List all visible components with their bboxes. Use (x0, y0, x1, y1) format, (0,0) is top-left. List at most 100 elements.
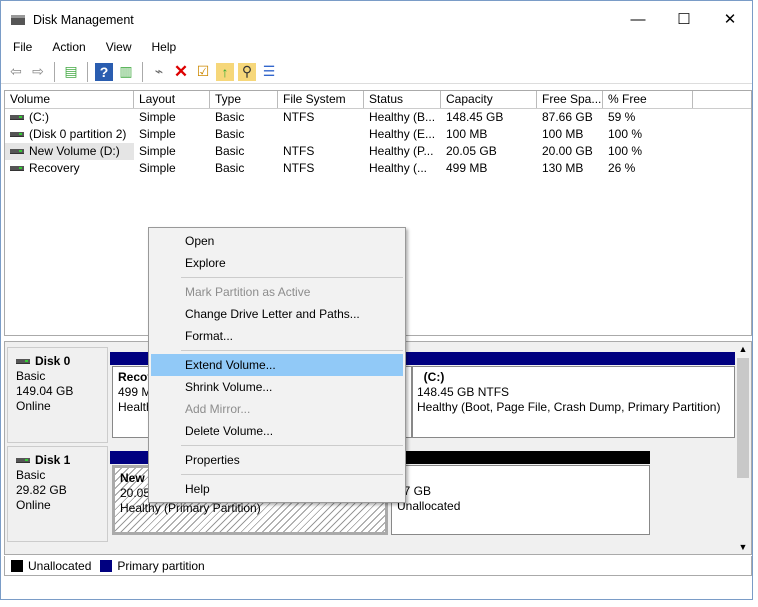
volume-cell: Basic (210, 126, 278, 143)
volume-row[interactable]: (C:) Simple Basic NTFS Healthy (B... 148.45 G… (5, 109, 751, 126)
volume-icon (10, 115, 24, 121)
cell-text: (Disk 0 partition 2) (29, 127, 127, 141)
cell-text: Recovery (29, 161, 80, 175)
volume-cell: 100 % (603, 126, 693, 143)
column-percent-free[interactable]: % Free (603, 91, 693, 108)
menu-item-extend-volume[interactable]: Extend Volume... (151, 354, 403, 376)
check-icon[interactable]: ☑ (194, 63, 212, 81)
volume-cell: Healthy (E... (364, 126, 441, 143)
menu-action[interactable]: Action (40, 39, 93, 57)
column-free-space[interactable]: Free Spa... (537, 91, 603, 108)
menu-item-format[interactable]: Format... (151, 325, 403, 347)
cell-text: Simple (139, 144, 176, 158)
delete-icon[interactable]: ✕ (172, 62, 190, 81)
legend-unallocated: Unallocated (28, 558, 92, 573)
menu-item-explore[interactable]: Explore (151, 252, 403, 274)
partition-unallocated[interactable]: 77 GB Unallocated (391, 465, 650, 535)
primary-partition-swatch (100, 559, 113, 572)
toolbar-separator (142, 61, 143, 82)
volume-cell: Simple (134, 160, 210, 177)
menu-item-change-drive-letter-and-paths[interactable]: Change Drive Letter and Paths... (151, 303, 403, 325)
forward-icon[interactable]: ⇨ (29, 63, 47, 81)
window-title: Disk Management (33, 13, 134, 27)
folder-up-icon[interactable]: ↑ (216, 62, 234, 81)
menu-file[interactable]: File (1, 39, 40, 57)
scrollbar-thumb[interactable] (737, 358, 749, 478)
menu-item-add-mirror: Add Mirror... (185, 402, 251, 416)
cell-text: Basic (215, 110, 245, 124)
menu-item-help[interactable]: Help (151, 478, 403, 500)
scroll-up-icon[interactable]: ▲ (735, 342, 751, 356)
volume-cell: 130 MB (537, 160, 603, 177)
cell-text: Healthy (... (369, 161, 428, 175)
column-type[interactable]: Type (210, 91, 278, 108)
legend-primary-partition: Primary partition (117, 558, 205, 573)
menu-help[interactable]: Help (140, 39, 185, 57)
menu-separator (181, 474, 403, 475)
vertical-scrollbar[interactable]: ▲ ▼ (735, 342, 751, 554)
volume-cell (278, 126, 364, 143)
column-file-system[interactable]: File System (278, 91, 364, 108)
volume-cell: NTFS (278, 109, 364, 126)
back-icon[interactable]: ⇦ (7, 63, 25, 81)
scroll-down-icon[interactable]: ▼ (735, 540, 751, 554)
disk-type: Basic (16, 369, 46, 383)
toolbar: ⇦ ⇨ ▤ ? ▥ ⌁ ✕ ☑ ↑ ⚲ ☰ (1, 60, 752, 84)
volume-cell: Healthy (... (364, 160, 441, 177)
volume-icon (10, 132, 24, 138)
column-capacity[interactable]: Capacity (441, 91, 537, 108)
column-volume[interactable]: Volume (5, 91, 134, 108)
cell-text: 20.00 GB (542, 144, 593, 158)
volume-row[interactable]: Recovery Simple Basic NTFS Healthy (... 499 M… (5, 160, 751, 177)
partition-size: 499 M (118, 385, 152, 399)
minimize-button[interactable]: — (615, 1, 661, 37)
cell-text: NTFS (283, 110, 315, 124)
unallocated-swatch (11, 559, 23, 572)
cell-text: 20.05 GB (446, 144, 497, 158)
volume-row[interactable]: (Disk 0 partition 2) Simple Basic Healthy (… (5, 126, 751, 143)
connect-disk-icon[interactable]: ⌁ (150, 63, 168, 81)
column-status[interactable]: Status (364, 91, 441, 108)
cell-text: 148.45 GB (446, 110, 504, 124)
cell-text: 100 % (608, 127, 643, 141)
cell-text: Healthy (B... (369, 110, 436, 124)
help-icon[interactable]: ? (95, 62, 113, 81)
unallocated-bar (390, 451, 650, 464)
maximize-button[interactable]: ☐ (661, 1, 707, 37)
console-tree-icon[interactable]: ▤ (62, 63, 80, 81)
cell-text: 100 MB (542, 127, 584, 141)
volume-cell: Basic (210, 160, 278, 177)
cell-text: 100 MB (446, 127, 488, 141)
search-folder-icon[interactable]: ⚲ (238, 62, 256, 81)
cell-text: Basic (215, 144, 245, 158)
cell-text: 499 MB (446, 161, 488, 175)
volume-cell: Basic (210, 143, 278, 160)
menu-item-mark-partition-as-active: Mark Partition as Active (185, 285, 311, 299)
partition-c[interactable]: (C:) 148.45 GB NTFS Healthy (Boot, Page … (412, 366, 735, 438)
disk-1-label[interactable]: Disk 1 Basic 29.82 GB Online (7, 446, 108, 542)
disk-0-label[interactable]: Disk 0 Basic 149.04 GB Online (7, 347, 108, 443)
disk-status: Online (16, 399, 51, 413)
volume-cell: Simple (134, 109, 210, 126)
menu-view[interactable]: View (94, 39, 140, 57)
show-pane-icon[interactable]: ▥ (117, 63, 135, 81)
volume-cell: 100 MB (441, 126, 537, 143)
cell-text: Simple (139, 110, 176, 124)
volume-list-header: Volume Layout Type File System Status Ca… (5, 91, 751, 109)
menu-separator (181, 350, 403, 351)
partition-status: Unallocated (397, 499, 461, 513)
volume-cell: New Volume (D:) (5, 143, 134, 160)
cell-text: NTFS (283, 144, 315, 158)
menu-item-delete-volume[interactable]: Delete Volume... (151, 420, 403, 442)
close-button[interactable]: ✕ (707, 1, 753, 37)
menu-item-open[interactable]: Open (151, 230, 403, 252)
properties-icon[interactable]: ☰ (260, 63, 278, 81)
menu-item-shrink-volume[interactable]: Shrink Volume... (151, 376, 403, 398)
volume-icon (10, 166, 24, 172)
disk-size: 29.82 GB (16, 483, 67, 497)
volume-row[interactable]: New Volume (D:) Simple Basic NTFS Healthy (P… (5, 143, 751, 160)
menu-item-properties[interactable]: Properties (151, 449, 403, 471)
volume-cell: 26 % (603, 160, 693, 177)
cell-text: New Volume (D:) (29, 144, 120, 158)
column-layout[interactable]: Layout (134, 91, 210, 108)
